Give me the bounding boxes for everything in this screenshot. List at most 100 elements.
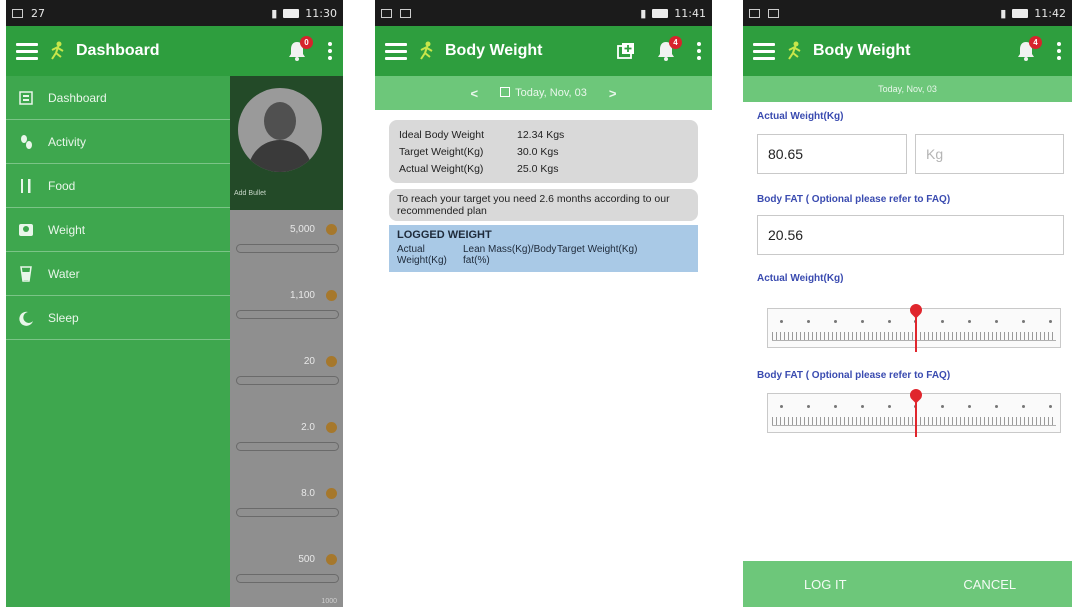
tile-progress-bar [236, 310, 339, 319]
tile-progress-bar [236, 508, 339, 517]
notification-badge: 0 [300, 36, 313, 49]
drawer-item-weight[interactable]: Weight [6, 208, 230, 252]
actual-weight-ruler-label: Actual Weight(Kg) [757, 273, 844, 284]
dashboard-tile: 2.0 [230, 408, 343, 474]
drawer-item-label: Water [48, 266, 80, 281]
profile-header: Add Bullet [230, 76, 343, 210]
signal-icon: ▮ [271, 6, 278, 20]
mail-icon [768, 8, 779, 18]
cancel-button[interactable]: CANCEL [908, 577, 1072, 592]
phone-body-weight-summary-screen: ▮ 11:41 Body Weight 4 < Today, Nov, 03 > … [375, 0, 712, 607]
add-entry-icon[interactable] [616, 41, 636, 61]
drawer-item-dashboard[interactable]: Dashboard [6, 76, 230, 120]
calendar-icon [500, 87, 511, 97]
gallery-icon [12, 8, 23, 18]
drawer-item-label: Food [48, 178, 76, 193]
overflow-menu-icon[interactable] [327, 42, 333, 60]
stat-row: Target Weight(Kg) 30.0 Kgs [399, 143, 688, 160]
action-bar: LOG IT CANCEL [743, 561, 1072, 607]
date-navigator: < Today, Nov, 03 > [375, 76, 712, 110]
target-message: To reach your target you need 2.6 months… [389, 189, 698, 221]
runner-logo-icon [51, 41, 64, 60]
status-bar: 27 ▮ 11:30 [6, 0, 343, 26]
body-fat-ruler-label: Body FAT ( Optional please refer to FAQ) [757, 370, 951, 381]
notification-badge: 4 [1029, 36, 1042, 49]
previous-day-button[interactable]: < [471, 86, 479, 101]
dashboard-tile: 1,100 [230, 276, 343, 342]
dashboard-tile: 8.0 [230, 474, 343, 540]
footprint-icon [18, 134, 34, 150]
dashboard-tile: 20 [230, 342, 343, 408]
app-bar: Dashboard 0 [6, 26, 343, 76]
stat-row: Actual Weight(Kg) 25.0 Kgs [399, 160, 688, 177]
status-time: 11:41 [674, 6, 706, 20]
tile-status-icon [326, 224, 337, 235]
menu-icon[interactable] [385, 42, 407, 60]
moon-icon [18, 310, 34, 326]
notification-bell-icon[interactable]: 4 [1014, 36, 1042, 63]
add-bullet-label: Add Bullet [234, 190, 266, 197]
ruler-marker-handle[interactable] [907, 301, 925, 352]
status-bar: ▮ 11:41 [375, 0, 712, 26]
status-time: 11:30 [305, 6, 337, 20]
phone-log-weight-screen: ▮ 11:42 Body Weight 4 Today, Nov, 03 Actu… [743, 0, 1072, 607]
status-time: 11:42 [1034, 6, 1066, 20]
column-header-target: Target Weight(Kg) [557, 244, 638, 255]
menu-icon[interactable] [16, 42, 38, 60]
actual-weight-input[interactable]: 80.65 [757, 134, 907, 174]
body-fat-ruler-slider[interactable] [767, 386, 1061, 437]
stat-value: 30.0 Kgs [517, 145, 559, 158]
app-bar: Body Weight 4 [375, 26, 712, 76]
logged-weight-title: LOGGED WEIGHT [397, 229, 492, 241]
tile-footer-value: 1000 [321, 598, 337, 605]
overflow-menu-icon[interactable] [696, 42, 702, 60]
date-selector[interactable]: Today, Nov, 03 [500, 87, 587, 99]
runner-logo-icon [788, 41, 801, 60]
stat-label: Target Weight(Kg) [399, 145, 484, 158]
actual-weight-label: Actual Weight(Kg) [757, 111, 844, 122]
tile-value: 8.0 [301, 488, 315, 499]
tile-status-icon [326, 422, 337, 433]
dashboard-tile: 5,000 [230, 210, 343, 276]
battery-icon [1012, 8, 1029, 18]
stat-label: Ideal Body Weight [399, 128, 485, 141]
drawer-item-activity[interactable]: Activity [6, 120, 230, 164]
ruler-marker-handle[interactable] [907, 386, 925, 437]
drawer-item-label: Sleep [48, 310, 79, 325]
tile-value: 20 [303, 356, 315, 367]
stat-row: Ideal Body Weight 12.34 Kgs [399, 126, 688, 143]
signal-icon: ▮ [640, 6, 647, 20]
scale-icon [18, 222, 34, 238]
notification-badge: 4 [669, 36, 682, 49]
drawer-item-sleep[interactable]: Sleep [6, 296, 230, 340]
signal-icon: ▮ [1000, 6, 1007, 20]
tile-value: 2.0 [301, 422, 315, 433]
body-fat-input[interactable]: 20.56 [757, 215, 1064, 255]
status-bar: ▮ 11:42 [743, 0, 1072, 26]
drawer-item-label: Activity [48, 134, 87, 149]
stat-value: 25.0 Kgs [517, 162, 559, 175]
notification-bell-icon[interactable]: 4 [654, 36, 682, 63]
body-fat-label: Body FAT ( Optional please refer to FAQ) [757, 194, 951, 205]
dashboard-tile: 500 [230, 540, 343, 606]
next-day-button[interactable]: > [609, 86, 617, 101]
glass-icon [18, 265, 34, 282]
tile-status-icon [326, 356, 337, 367]
actual-weight-ruler-slider[interactable] [767, 301, 1061, 352]
tile-progress-bar [236, 574, 339, 583]
unit-input[interactable]: Kg [915, 134, 1064, 174]
notification-bell-icon[interactable]: 0 [285, 36, 313, 63]
overflow-menu-icon[interactable] [1056, 42, 1062, 60]
menu-icon[interactable] [753, 42, 775, 60]
gallery-icon [381, 8, 392, 18]
drawer-item-food[interactable]: Food [6, 164, 230, 208]
navigation-drawer: Dashboard Activity Food Weight Water Sle… [6, 76, 230, 607]
tile-value: 500 [298, 554, 315, 565]
logged-weight-table: LOGGED WEIGHT Actual Weight(Kg) Lean Mas… [389, 225, 698, 272]
tile-status-icon [326, 290, 337, 301]
dimmed-dashboard-content: Add Bullet 5,000 1,100 20 2.0 8.0 500 10… [230, 76, 343, 607]
log-it-button[interactable]: LOG IT [743, 577, 908, 592]
drawer-item-water[interactable]: Water [6, 252, 230, 296]
tile-progress-bar [236, 244, 339, 253]
gallery-icon [749, 8, 760, 18]
